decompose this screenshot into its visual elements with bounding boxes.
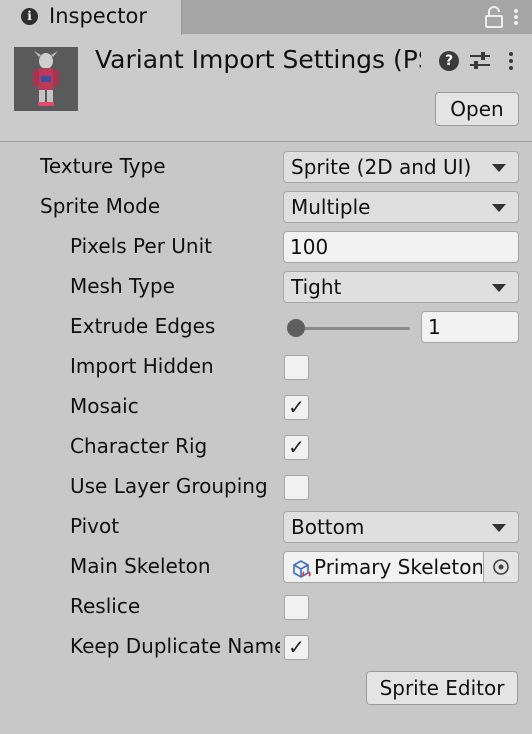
extrude-edges-slider-handle[interactable] (287, 319, 306, 337)
pixels-per-unit-label: Pixels Per Unit (70, 234, 212, 258)
skeleton-asset-icon (293, 560, 311, 578)
tab-bar: i Inspector (0, 0, 532, 35)
texture-type-value: Sprite (2D and UI) (291, 155, 472, 179)
sprite-mode-value: Multiple (291, 195, 371, 219)
sprite-editor-button[interactable]: Sprite Editor (366, 671, 518, 705)
chevron-down-icon (492, 284, 506, 292)
target-icon (493, 559, 509, 575)
open-button[interactable]: Open (435, 92, 519, 126)
kebab-menu-icon[interactable] (506, 50, 516, 72)
mosaic-checkbox[interactable]: ✓ (284, 395, 309, 420)
lock-icon[interactable] (483, 5, 505, 29)
inspector-header: Variant Import Settings (PSB) ? Open (0, 35, 532, 142)
use-layer-grouping-label: Use Layer Grouping (70, 474, 268, 498)
character-rig-label: Character Rig (70, 434, 208, 458)
pivot-label: Pivot (70, 514, 120, 538)
import-settings-panel: Texture Type Sprite (2D and UI) Sprite M… (0, 142, 532, 734)
mosaic-label: Mosaic (70, 394, 139, 418)
main-skeleton-label: Main Skeleton (70, 554, 211, 578)
chevron-down-icon (492, 164, 506, 172)
pivot-dropdown[interactable]: Bottom (283, 511, 519, 543)
chevron-down-icon (492, 204, 506, 212)
mesh-type-dropdown[interactable]: Tight (283, 271, 519, 303)
tab-menu-icon[interactable] (509, 5, 523, 29)
extrude-edges-slider-track[interactable] (289, 327, 410, 330)
reslice-label: Reslice (70, 594, 141, 618)
use-layer-grouping-checkbox[interactable] (284, 475, 309, 500)
import-hidden-checkbox[interactable] (284, 355, 309, 380)
reslice-checkbox[interactable] (284, 595, 309, 620)
page-title: Variant Import Settings (PSB) (95, 45, 421, 74)
chevron-down-icon (492, 524, 506, 532)
keep-duplicate-name-checkbox[interactable]: ✓ (284, 635, 309, 660)
help-icon[interactable]: ? (439, 51, 459, 71)
sprite-mode-label: Sprite Mode (40, 194, 161, 218)
mesh-type-label: Mesh Type (70, 274, 175, 298)
keep-duplicate-name-label: Keep Duplicate Name (70, 634, 280, 658)
extrude-edges-field[interactable]: 1 (421, 311, 519, 343)
main-skeleton-value: Primary Skeleton (314, 555, 482, 579)
tab-inspector[interactable]: i Inspector (0, 0, 182, 35)
texture-type-label: Texture Type (40, 154, 166, 178)
tab-label: Inspector (49, 4, 147, 28)
extrude-edges-label: Extrude Edges (70, 314, 216, 338)
main-skeleton-object-field[interactable]: Primary Skeleton (283, 551, 519, 583)
sprite-mode-dropdown[interactable]: Multiple (283, 191, 519, 223)
info-icon: i (21, 8, 38, 25)
object-picker-button[interactable] (483, 552, 518, 582)
asset-thumbnail (14, 47, 78, 111)
pivot-value: Bottom (291, 515, 365, 539)
import-hidden-label: Import Hidden (70, 354, 214, 378)
preset-icon[interactable] (468, 50, 492, 72)
pixels-per-unit-field[interactable]: 100 (283, 231, 519, 263)
texture-type-dropdown[interactable]: Sprite (2D and UI) (283, 151, 519, 183)
mesh-type-value: Tight (291, 275, 342, 299)
character-rig-checkbox[interactable]: ✓ (284, 435, 309, 460)
